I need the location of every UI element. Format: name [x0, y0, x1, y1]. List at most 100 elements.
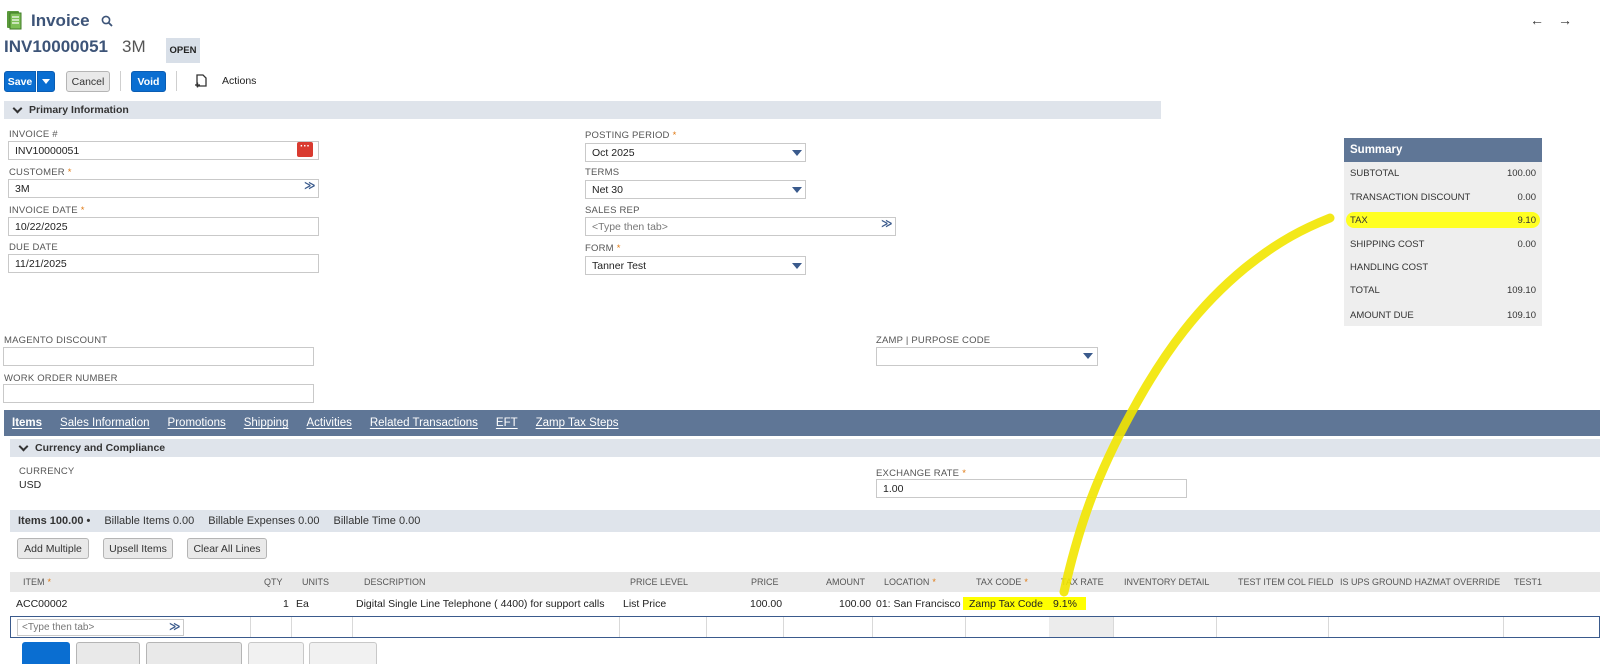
cancel-button[interactable]: Cancel [66, 71, 110, 92]
summary-title: Summary [1344, 138, 1542, 162]
work-order-field[interactable] [3, 384, 314, 403]
magento-discount-field[interactable] [3, 347, 314, 366]
tab-promotions[interactable]: Promotions [168, 417, 226, 429]
section-title: Currency and Compliance [35, 442, 166, 454]
column-header-price-level: PRICE LEVEL [630, 577, 689, 587]
summary-row-total: TOTAL 109.10 [1350, 285, 1536, 296]
status-badge: OPEN [166, 38, 200, 63]
customer-field[interactable]: 3M [8, 179, 319, 198]
double-chevron-down-icon[interactable]: ≫ [169, 622, 181, 633]
void-button[interactable]: Void [131, 71, 166, 92]
clear-all-lines-button[interactable]: Clear All Lines [187, 538, 267, 559]
record-customer: 3M [122, 37, 146, 56]
line-location[interactable]: 01: San Francisco [876, 598, 961, 610]
remove-line-button[interactable] [309, 642, 377, 664]
nav-back-icon[interactable]: ← [1530, 12, 1544, 28]
record-id: INV10000051 [4, 37, 108, 56]
exchange-rate-label: EXCHANGE RATE * [876, 468, 967, 479]
subtab-billable-items[interactable]: Billable Items 0.00 [104, 515, 194, 527]
summary-panel: Summary SUBTOTAL 100.00 TRANSACTION DISCO… [1344, 138, 1542, 326]
dropdown-caret-icon [792, 187, 802, 193]
column-header-amount: AMOUNT [826, 577, 865, 587]
posting-period-label: POSTING PERIOD * [585, 130, 677, 141]
dropdown-caret-icon [792, 150, 802, 156]
tab-activities[interactable]: Activities [306, 417, 351, 429]
cell-divider [1328, 617, 1329, 637]
subrecord-tabs: Items Sales Information Promotions Shipp… [4, 410, 1600, 436]
invoice-icon [6, 10, 22, 30]
disabled-cell [1049, 617, 1113, 637]
invoice-number-field[interactable]: INV10000051 [8, 141, 319, 160]
dropdown-caret-icon [792, 263, 802, 269]
zamp-purpose-select[interactable] [876, 347, 1098, 366]
form-label: FORM * [585, 243, 621, 254]
search-icon[interactable] [101, 15, 113, 30]
primary-info-header[interactable]: Primary Information [4, 101, 1161, 119]
line-item[interactable]: ACC00002 [16, 598, 67, 610]
double-chevron-down-icon[interactable]: ≫ [881, 219, 893, 230]
cell-divider [1216, 617, 1217, 637]
column-header-location: LOCATION * [884, 577, 936, 587]
line-qty[interactable]: 1 [283, 598, 289, 610]
item-subtabs: Items 100.00 • Billable Items 0.00 Billa… [10, 510, 1600, 532]
line-description[interactable]: Digital Single Line Telephone ( 4400) fo… [356, 598, 604, 610]
exchange-rate-field[interactable]: 1.00 [876, 479, 1187, 498]
summary-row-subtotal: SUBTOTAL 100.00 [1350, 168, 1536, 179]
cell-divider [250, 617, 251, 637]
upsell-items-button[interactable]: Upsell Items [103, 538, 173, 559]
record-type-title: Invoice [31, 11, 90, 30]
posting-period-select[interactable]: Oct 2025 [585, 143, 806, 162]
line-units[interactable]: Ea [296, 598, 309, 610]
tab-zamp-tax-steps[interactable]: Zamp Tax Steps [536, 417, 619, 429]
save-button[interactable]: Save [4, 71, 36, 92]
tab-items[interactable]: Items [12, 417, 42, 429]
tab-sales-information[interactable]: Sales Information [60, 417, 150, 429]
column-header-item: ITEM * [23, 577, 52, 587]
tab-shipping[interactable]: Shipping [244, 417, 289, 429]
cell-divider [706, 617, 707, 637]
save-menu-button[interactable] [37, 71, 55, 92]
summary-row-amount-due: AMOUNT DUE 109.10 [1350, 310, 1536, 321]
summary-row-handling: HANDLING COST [1350, 262, 1429, 273]
invoice-date-field[interactable]: 10/22/2025 [8, 217, 319, 236]
column-header-tax-rate: TAX RATE [1061, 577, 1104, 587]
cell-divider [965, 617, 966, 637]
actions-menu[interactable]: Actions [222, 75, 256, 87]
new-line-item-field[interactable]: <Type then tab> [17, 619, 184, 636]
customer-label: CUSTOMER * [9, 167, 72, 178]
new-line-row[interactable] [10, 616, 1600, 638]
copy-previous-button[interactable] [146, 642, 242, 664]
subtab-billable-expenses[interactable]: Billable Expenses 0.00 [208, 515, 319, 527]
invoice-date-label: INVOICE DATE * [9, 205, 85, 216]
double-chevron-down-icon[interactable]: ≫ [304, 181, 316, 192]
collapse-icon [18, 441, 29, 452]
auto-number-icon[interactable]: ··· [297, 142, 313, 157]
due-date-field[interactable]: 11/21/2025 [8, 254, 319, 273]
section-title: Primary Information [29, 104, 129, 116]
collapse-icon [12, 103, 23, 114]
line-price[interactable]: 100.00 [750, 598, 782, 610]
cell-divider [872, 617, 873, 637]
actions-icon[interactable] [194, 73, 208, 92]
nav-forward-icon[interactable]: → [1558, 12, 1596, 28]
terms-select[interactable]: Net 30 [585, 180, 806, 199]
line-price-level[interactable]: List Price [623, 598, 666, 610]
add-multiple-button[interactable]: Add Multiple [17, 538, 89, 559]
cancel-line-button[interactable] [76, 642, 140, 664]
currency-value: USD [19, 479, 42, 491]
tab-related-transactions[interactable]: Related Transactions [370, 417, 478, 429]
subtab-billable-time[interactable]: Billable Time 0.00 [334, 515, 421, 527]
invoice-number-label: INVOICE # [9, 129, 58, 140]
add-line-button[interactable] [22, 642, 70, 664]
currency-section-header[interactable]: Currency and Compliance [10, 439, 1600, 457]
line-tax-rate[interactable]: 9.1% [1053, 598, 1077, 610]
subtab-items[interactable]: Items 100.00 • [18, 515, 90, 527]
cell-divider [352, 617, 353, 637]
line-tax-code[interactable]: Zamp Tax Code [969, 598, 1043, 610]
insert-line-button[interactable] [248, 642, 304, 664]
due-date-label: DUE DATE [9, 242, 58, 253]
line-amount[interactable]: 100.00 [839, 598, 871, 610]
form-select[interactable]: Tanner Test [585, 256, 806, 275]
tab-eft[interactable]: EFT [496, 417, 518, 429]
sales-rep-field[interactable]: <Type then tab> [585, 217, 896, 236]
